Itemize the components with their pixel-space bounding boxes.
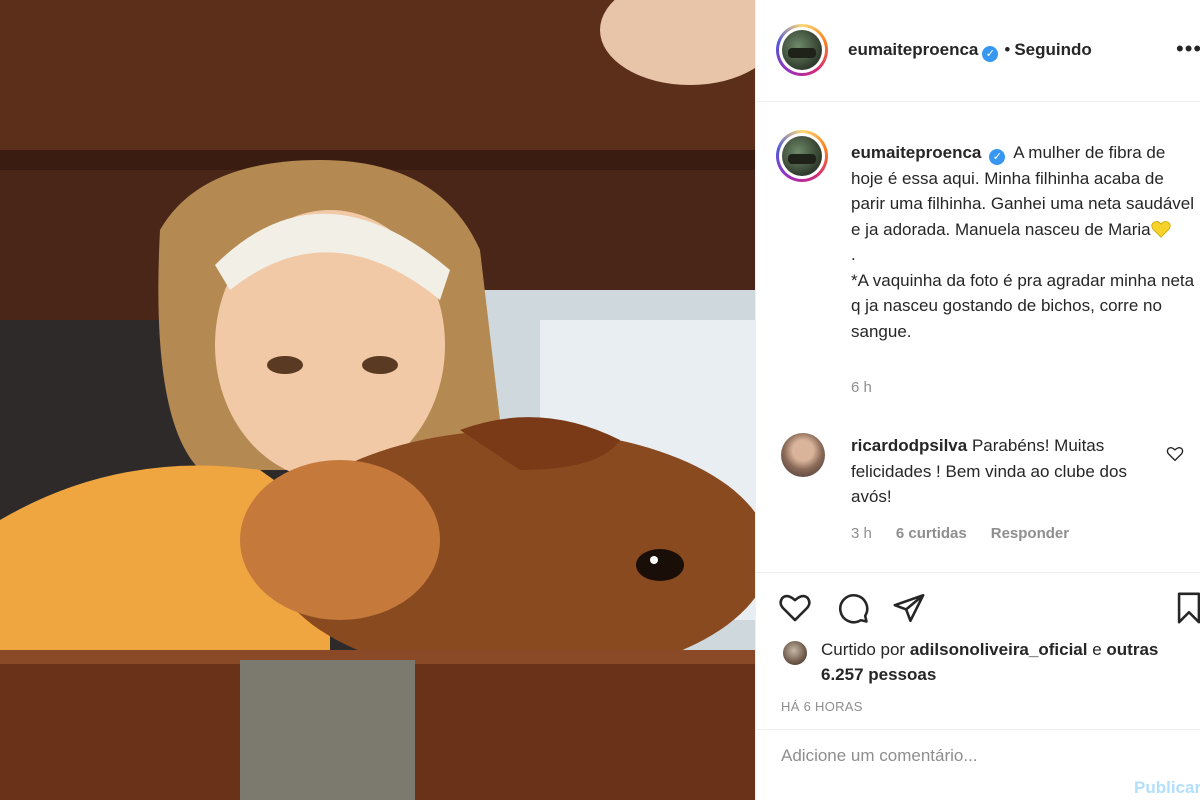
verified-badge-icon: ✓ — [989, 149, 1006, 165]
commenter-username[interactable]: ricardodpsilva — [851, 436, 967, 455]
author-username[interactable]: eumaiteproenca — [848, 40, 978, 59]
following-button[interactable]: Seguindo — [1014, 40, 1091, 59]
caption-username[interactable]: eumaiteproenca — [851, 143, 981, 162]
comment-like-heart-icon[interactable] — [1166, 445, 1184, 463]
liked-by-user[interactable]: adilsonoliveira_oficial — [910, 640, 1088, 659]
comment-time[interactable]: 3 h — [851, 525, 872, 542]
author-avatar[interactable] — [776, 24, 828, 76]
yellow-heart-icon — [1150, 220, 1171, 238]
more-options-icon[interactable]: ••• — [1176, 36, 1200, 62]
separator-dot: • — [1004, 40, 1011, 59]
comment-input[interactable] — [781, 742, 1111, 770]
post-photo-image — [0, 0, 755, 800]
liked-by-prefix: Curtido por — [821, 640, 906, 659]
liker-avatar[interactable] — [781, 639, 809, 667]
post-actions: Curtido por adilsonoliveira_oficial e ou… — [756, 572, 1200, 800]
publish-button[interactable]: Publicar — [1134, 778, 1200, 798]
post-side-panel: eumaiteproenca ✓ • Seguindo ••• eumaiteproe… — [755, 0, 1200, 800]
commenter-avatar[interactable] — [781, 433, 825, 477]
comment-text: ricardodpsilva Parabéns! Muitas felicida… — [851, 433, 1161, 510]
caption-time[interactable]: 6 h — [851, 379, 872, 396]
verified-badge-icon: ✓ — [982, 46, 999, 62]
bookmark-icon[interactable] — [1172, 591, 1200, 625]
caption-author-avatar[interactable] — [776, 130, 828, 182]
caption-dot-line: . — [851, 245, 856, 264]
comment-likes[interactable]: 6 curtidas — [896, 525, 967, 542]
comment-meta: 3 h 6 curtidas Responder — [851, 525, 1093, 542]
author-line: eumaiteproenca ✓ • Seguindo — [848, 40, 1092, 62]
liked-by-and: e — [1092, 640, 1102, 659]
add-comment-bar: Publicar — [756, 729, 1200, 800]
post-date[interactable]: HÁ 6 HORAS — [781, 699, 863, 714]
comment-bubble-icon[interactable] — [836, 591, 870, 625]
post-header: eumaiteproenca ✓ • Seguindo ••• — [756, 0, 1200, 102]
post-photo[interactable] — [0, 0, 755, 800]
reply-button[interactable]: Responder — [991, 525, 1069, 542]
caption-extra: *A vaquinha da foto é pra agradar minha … — [851, 270, 1195, 341]
paper-plane-icon[interactable] — [892, 591, 926, 625]
caption-text: eumaiteproenca ✓ A mulher de fibra de hoj… — [851, 140, 1196, 344]
likes-summary: Curtido por adilsonoliveira_oficial e ou… — [781, 637, 1191, 687]
heart-outline-icon[interactable] — [778, 591, 812, 625]
